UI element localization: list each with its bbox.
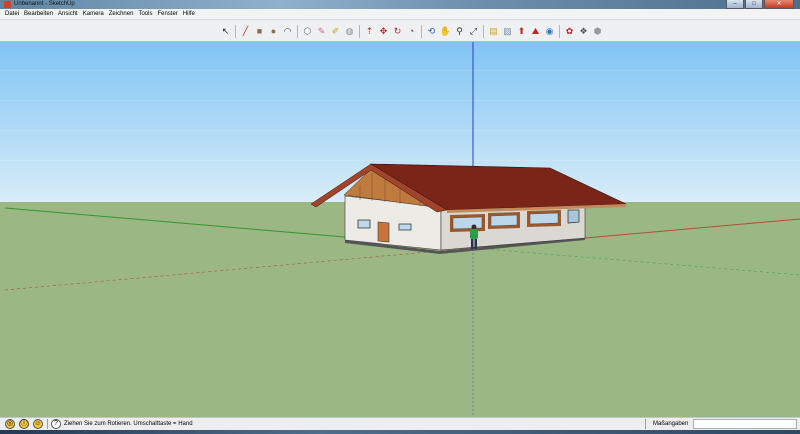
window-controls: – □ ✕ bbox=[726, 0, 794, 9]
scene-canvas[interactable] bbox=[0, 42, 800, 417]
measurements-field[interactable] bbox=[693, 419, 797, 429]
toggle-terrain-icon[interactable]: ⛰ bbox=[530, 25, 541, 37]
status-divider bbox=[645, 419, 646, 429]
zoom-extents-icon[interactable]: ⤢ bbox=[468, 25, 479, 37]
select-tool-icon[interactable]: ↖ bbox=[220, 25, 231, 37]
make-component-icon[interactable]: ⬡ bbox=[302, 25, 313, 37]
toolbar-separator bbox=[235, 24, 236, 38]
paint-bucket-icon[interactable]: ◍ bbox=[344, 25, 355, 37]
status-divider bbox=[47, 419, 48, 429]
rectangle-tool-icon[interactable]: ■ bbox=[254, 25, 265, 37]
measurements-label: Maßangaben bbox=[653, 421, 689, 427]
menu-datei[interactable]: Datei bbox=[5, 9, 19, 20]
window-front-left bbox=[357, 219, 371, 229]
main-toolbar: ↖ ╱ ■ ● ◠ ⬡ ✎ ✐ ◍ ⇡ ✥ ↻ ◔ ⟲ ✋ ⚲ ⤢ ▤ ▧ ⬆ ⛰ ◉ ✿ ❖ ⬢ bbox=[0, 20, 800, 42]
menu-tools[interactable]: Tools bbox=[138, 9, 152, 20]
menu-hilfe[interactable]: Hilfe bbox=[183, 9, 195, 20]
credits-icon[interactable]: ⓘ bbox=[19, 419, 29, 429]
menu-zeichnen[interactable]: Zeichnen bbox=[109, 9, 134, 20]
pan-tool-icon[interactable]: ✋ bbox=[440, 25, 451, 37]
google-earth-icon[interactable]: ◉ bbox=[544, 25, 555, 37]
move-tool-icon[interactable]: ✥ bbox=[378, 25, 389, 37]
get-models-icon[interactable]: ▤ bbox=[488, 25, 499, 37]
modeling-viewport[interactable] bbox=[0, 42, 800, 417]
user-icon[interactable]: ☺ bbox=[33, 419, 43, 429]
circle-tool-icon[interactable]: ● bbox=[268, 25, 279, 37]
zoom-tool-icon[interactable]: ⚲ bbox=[454, 25, 465, 37]
pencil-line-tool-icon[interactable]: ╱ bbox=[240, 25, 251, 37]
menu-kamera[interactable]: Kamera bbox=[83, 9, 104, 20]
close-button[interactable]: ✕ bbox=[764, 0, 794, 9]
window-front-right bbox=[398, 223, 412, 231]
toolbar-buttons: ↖ ╱ ■ ● ◠ ⬡ ✎ ✐ ◍ ⇡ ✥ ↻ ◔ ⟲ ✋ ⚲ ⤢ ▤ ▧ ⬆ ⛰ ◉ ✿ ❖ ⬢ bbox=[220, 23, 606, 39]
os-taskbar bbox=[0, 430, 800, 434]
tape-measure-icon[interactable]: ✐ bbox=[330, 25, 341, 37]
rotate-tool-icon[interactable]: ↻ bbox=[392, 25, 403, 37]
maximize-button[interactable]: □ bbox=[745, 0, 763, 9]
add-location-icon[interactable]: ⬆ bbox=[516, 25, 527, 37]
toolbar-separator bbox=[297, 24, 298, 38]
menu-bar: Datei Bearbeiten Ansicht Kamera Zeichnen… bbox=[0, 9, 800, 20]
offset-tool-icon[interactable]: ◔ bbox=[406, 25, 417, 37]
share-model-icon[interactable]: ▧ bbox=[502, 25, 513, 37]
style-builder-icon[interactable]: ⬢ bbox=[592, 25, 603, 37]
extension-warehouse-icon[interactable]: ✿ bbox=[564, 25, 575, 37]
front-door bbox=[377, 221, 390, 243]
help-icon[interactable]: ? bbox=[51, 419, 61, 429]
orbit-tool-icon[interactable]: ⟲ bbox=[426, 25, 437, 37]
toolbar-separator bbox=[421, 24, 422, 38]
arc-tool-icon[interactable]: ◠ bbox=[282, 25, 293, 37]
side-window-4 bbox=[567, 209, 580, 224]
geo-location-icon[interactable]: ◎ bbox=[5, 419, 15, 429]
menu-fenster[interactable]: Fenster bbox=[157, 9, 177, 20]
menu-ansicht[interactable]: Ansicht bbox=[58, 9, 78, 20]
layout-icon[interactable]: ❖ bbox=[578, 25, 589, 37]
status-hint-text: Ziehen Sie zum Rotieren. Umschalttaste =… bbox=[64, 421, 193, 427]
status-bar: ◎ ⓘ ☺ ? Ziehen Sie zum Rotieren. Umschal… bbox=[0, 417, 800, 430]
push-pull-tool-icon[interactable]: ⇡ bbox=[364, 25, 375, 37]
menu-bearbeiten[interactable]: Bearbeiten bbox=[24, 9, 53, 20]
toolbar-separator bbox=[359, 24, 360, 38]
sketchup-app-icon bbox=[4, 1, 11, 8]
toolbar-separator bbox=[559, 24, 560, 38]
minimize-button[interactable]: – bbox=[726, 0, 744, 9]
eraser-tool-icon[interactable]: ✎ bbox=[316, 25, 327, 37]
toolbar-separator bbox=[483, 24, 484, 38]
